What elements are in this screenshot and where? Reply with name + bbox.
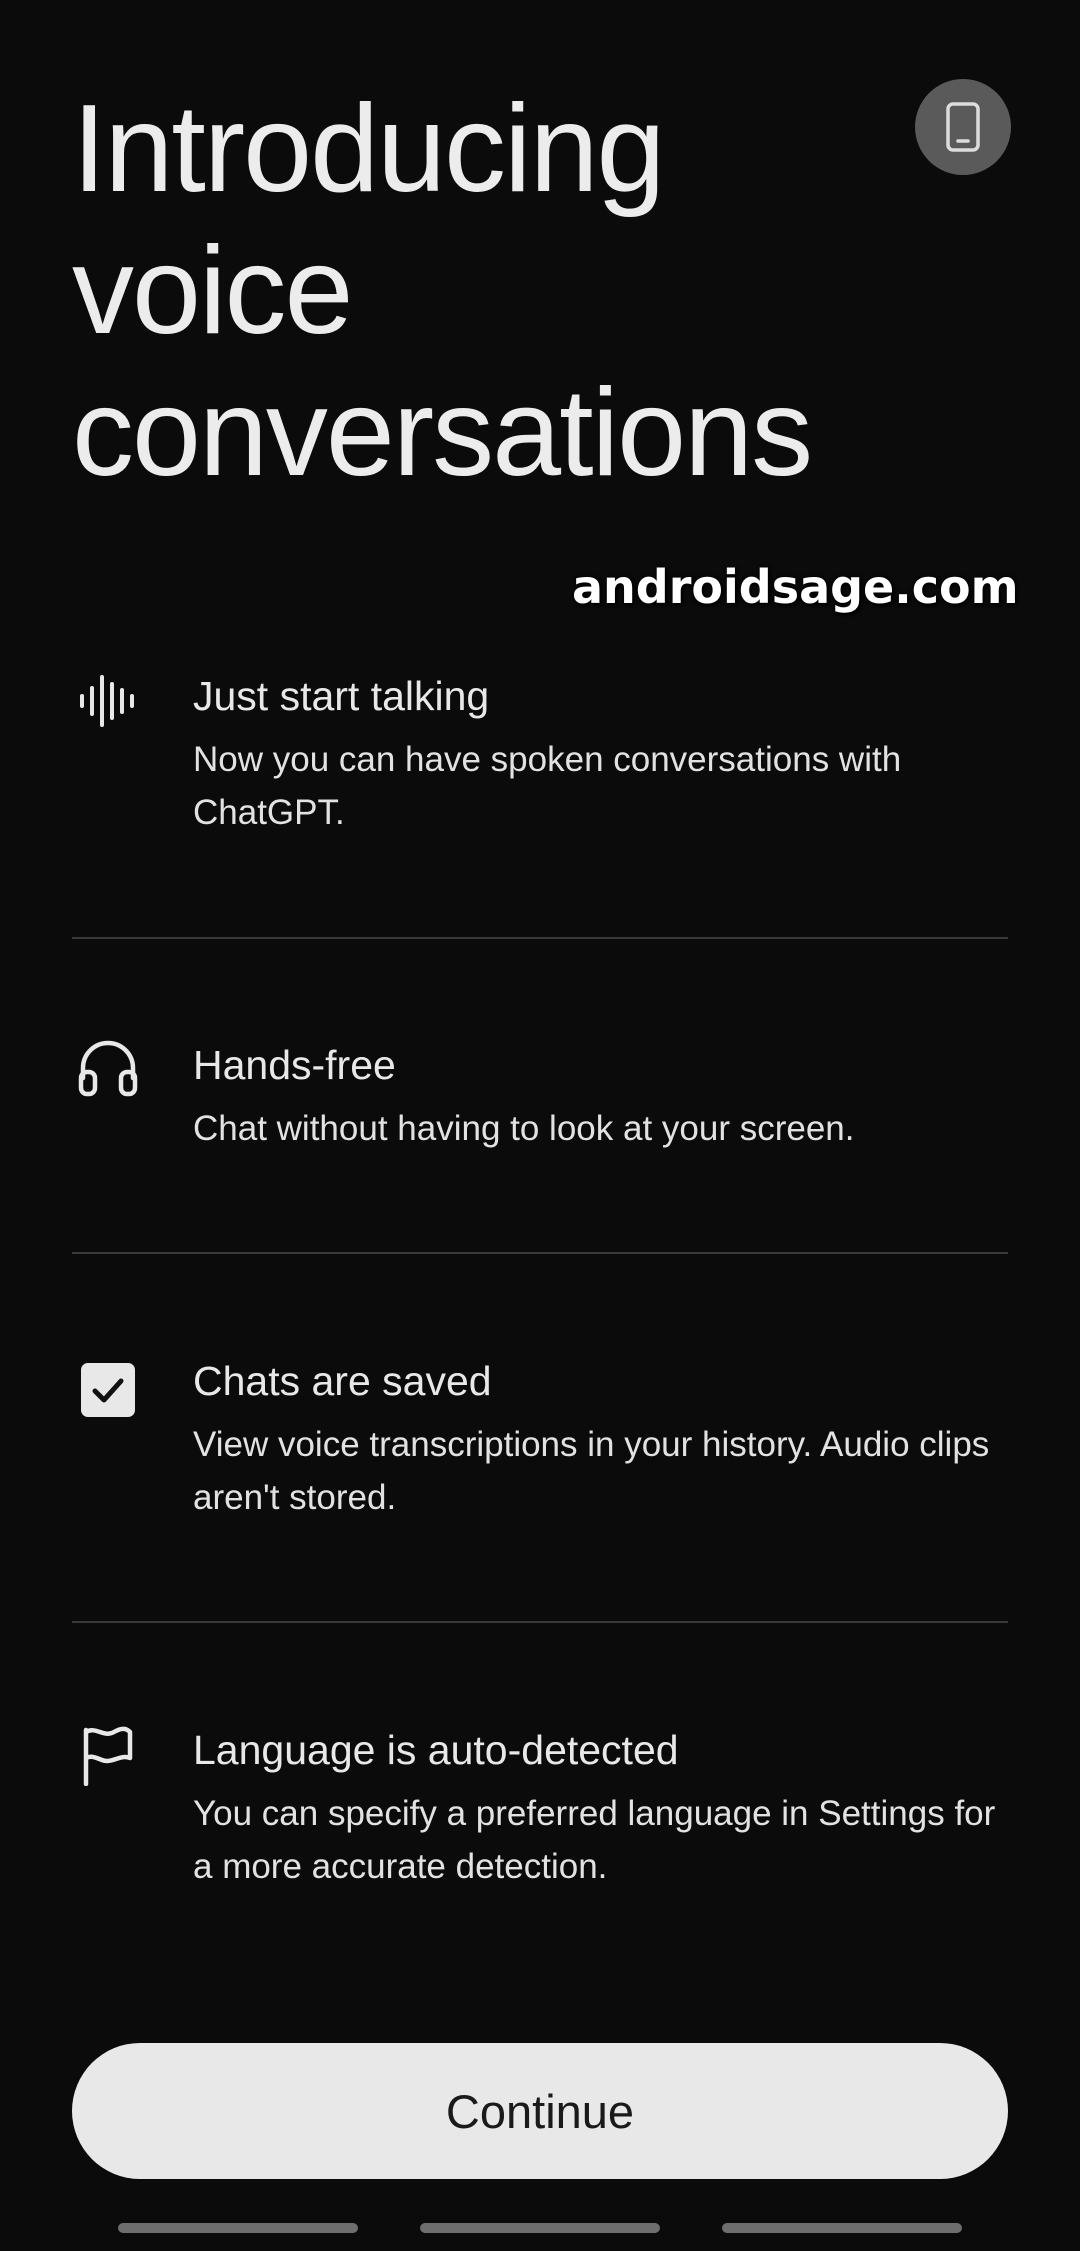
feature-description: You can specify a preferred language in … xyxy=(193,1794,996,1886)
divider xyxy=(72,937,1008,939)
headphones-icon xyxy=(76,1036,140,1100)
feature-title: Hands-free xyxy=(193,1042,396,1088)
feature-title: Just start talking xyxy=(193,673,490,719)
divider xyxy=(72,1252,1008,1254)
feature-title: Chats are saved xyxy=(193,1358,492,1404)
phone-icon xyxy=(946,102,980,152)
device-toggle-button[interactable] xyxy=(915,79,1011,175)
page-indicator-3 xyxy=(722,2223,962,2233)
feature-description: View voice transcriptions in your histor… xyxy=(193,1425,990,1517)
watermark: androidsage.com xyxy=(572,560,1019,614)
continue-button[interactable]: Continue xyxy=(72,2043,1008,2179)
flag-icon xyxy=(76,1723,140,1787)
page-title: Introducing voice conversations xyxy=(72,80,813,502)
page-indicator-2 xyxy=(420,2223,660,2233)
voice-intro-screen: Introducing voice conversations androids… xyxy=(0,0,1080,2251)
divider xyxy=(72,1621,1008,1623)
page-indicator-1 xyxy=(118,2223,358,2233)
waveform-icon xyxy=(76,669,140,733)
checkbox-icon xyxy=(76,1358,140,1422)
feature-title: Language is auto-detected xyxy=(193,1727,679,1773)
feature-description: Chat without having to look at your scre… xyxy=(193,1109,855,1148)
feature-description: Now you can have spoken conversations wi… xyxy=(193,740,902,832)
